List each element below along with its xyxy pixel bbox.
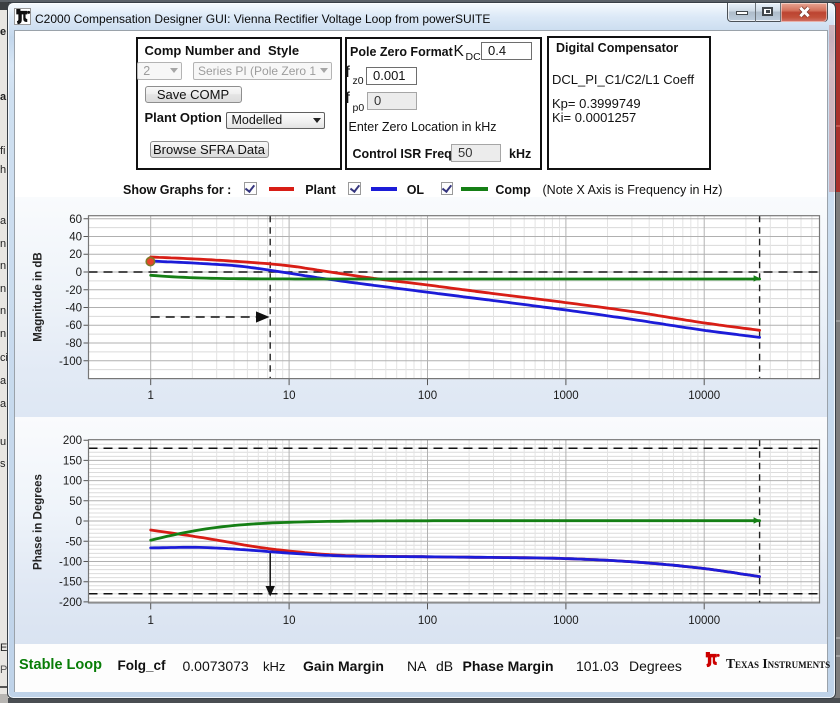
svg-text:1: 1 bbox=[147, 390, 153, 402]
svg-text:-100: -100 bbox=[59, 356, 82, 368]
svg-text:1000: 1000 bbox=[553, 615, 579, 627]
svg-text:0: 0 bbox=[76, 267, 82, 279]
svg-text:-50: -50 bbox=[65, 536, 82, 548]
svg-text:Phase in Degrees: Phase in Degrees bbox=[33, 474, 45, 570]
svg-text:Magnitude in dB: Magnitude in dB bbox=[33, 252, 45, 341]
svg-text:200: 200 bbox=[63, 435, 82, 447]
svg-text:20: 20 bbox=[69, 249, 82, 261]
svg-text:100: 100 bbox=[418, 615, 437, 627]
svg-text:60: 60 bbox=[69, 214, 82, 226]
svg-text:100: 100 bbox=[63, 476, 82, 488]
svg-text:10: 10 bbox=[283, 615, 296, 627]
svg-text:100: 100 bbox=[418, 390, 437, 402]
svg-text:1: 1 bbox=[147, 615, 153, 627]
svg-text:10000: 10000 bbox=[688, 390, 720, 402]
svg-text:1000: 1000 bbox=[553, 390, 579, 402]
svg-text:-20: -20 bbox=[65, 285, 82, 297]
svg-text:-40: -40 bbox=[65, 303, 82, 315]
svg-text:-60: -60 bbox=[65, 320, 82, 332]
svg-text:-100: -100 bbox=[59, 557, 82, 569]
svg-text:150: 150 bbox=[63, 455, 82, 467]
svg-text:10: 10 bbox=[283, 390, 296, 402]
svg-text:0: 0 bbox=[76, 516, 82, 528]
svg-text:10000: 10000 bbox=[688, 615, 720, 627]
svg-text:50: 50 bbox=[69, 496, 82, 508]
svg-text:-200: -200 bbox=[59, 597, 82, 609]
svg-text:40: 40 bbox=[69, 232, 82, 244]
svg-text:-80: -80 bbox=[65, 338, 82, 350]
svg-text:-150: -150 bbox=[59, 577, 82, 589]
